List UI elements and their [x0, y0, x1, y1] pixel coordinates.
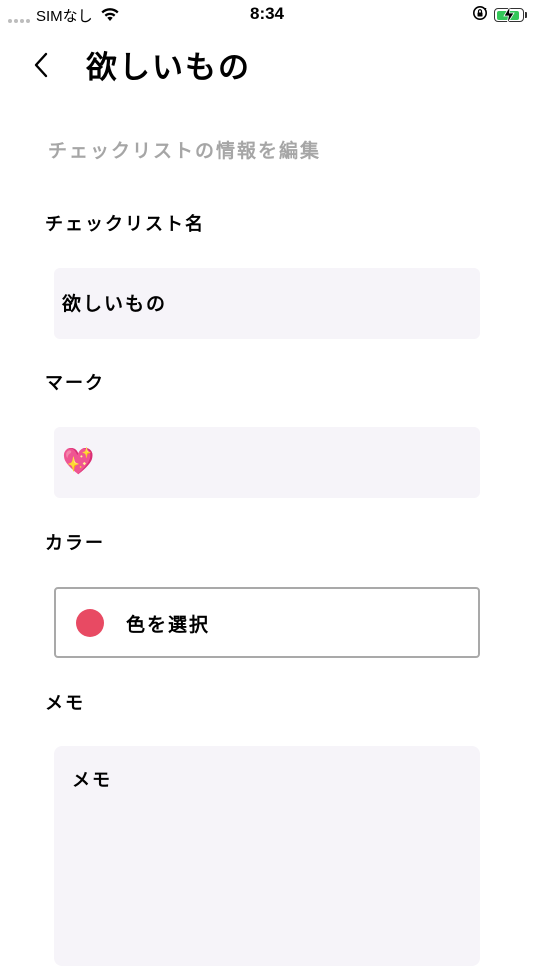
status-bar: SIMなし 8:34 — [0, 0, 534, 30]
status-bar-right — [472, 5, 527, 25]
memo-textarea[interactable]: メモ — [54, 746, 480, 966]
page-title: 欲しいもの — [86, 50, 251, 86]
chevron-left-icon — [34, 52, 48, 78]
select-color-label: 色を選択 — [126, 614, 211, 636]
section-heading: チェックリストの情報を編集 — [48, 140, 322, 162]
color-swatch — [76, 609, 104, 637]
checklist-name-label: チェックリスト名 — [45, 214, 205, 235]
battery-charging-icon — [494, 6, 527, 24]
memo-label: メモ — [45, 693, 85, 714]
sparkling-heart-icon: 💖 — [62, 447, 95, 477]
checklist-name-input[interactable]: 欲しいもの — [54, 268, 480, 339]
select-color-button[interactable]: 色を選択 — [54, 587, 480, 658]
mark-label: マーク — [45, 373, 105, 394]
back-button[interactable] — [26, 50, 56, 80]
navigation-bar: 欲しいもの — [0, 36, 534, 96]
memo-placeholder: メモ — [72, 770, 112, 791]
checklist-name-value: 欲しいもの — [62, 293, 168, 315]
mark-input[interactable]: 💖 — [54, 427, 480, 498]
orientation-lock-icon — [472, 5, 488, 25]
color-label: カラー — [45, 533, 105, 554]
status-bar-time: 8:34 — [249, 4, 285, 23]
